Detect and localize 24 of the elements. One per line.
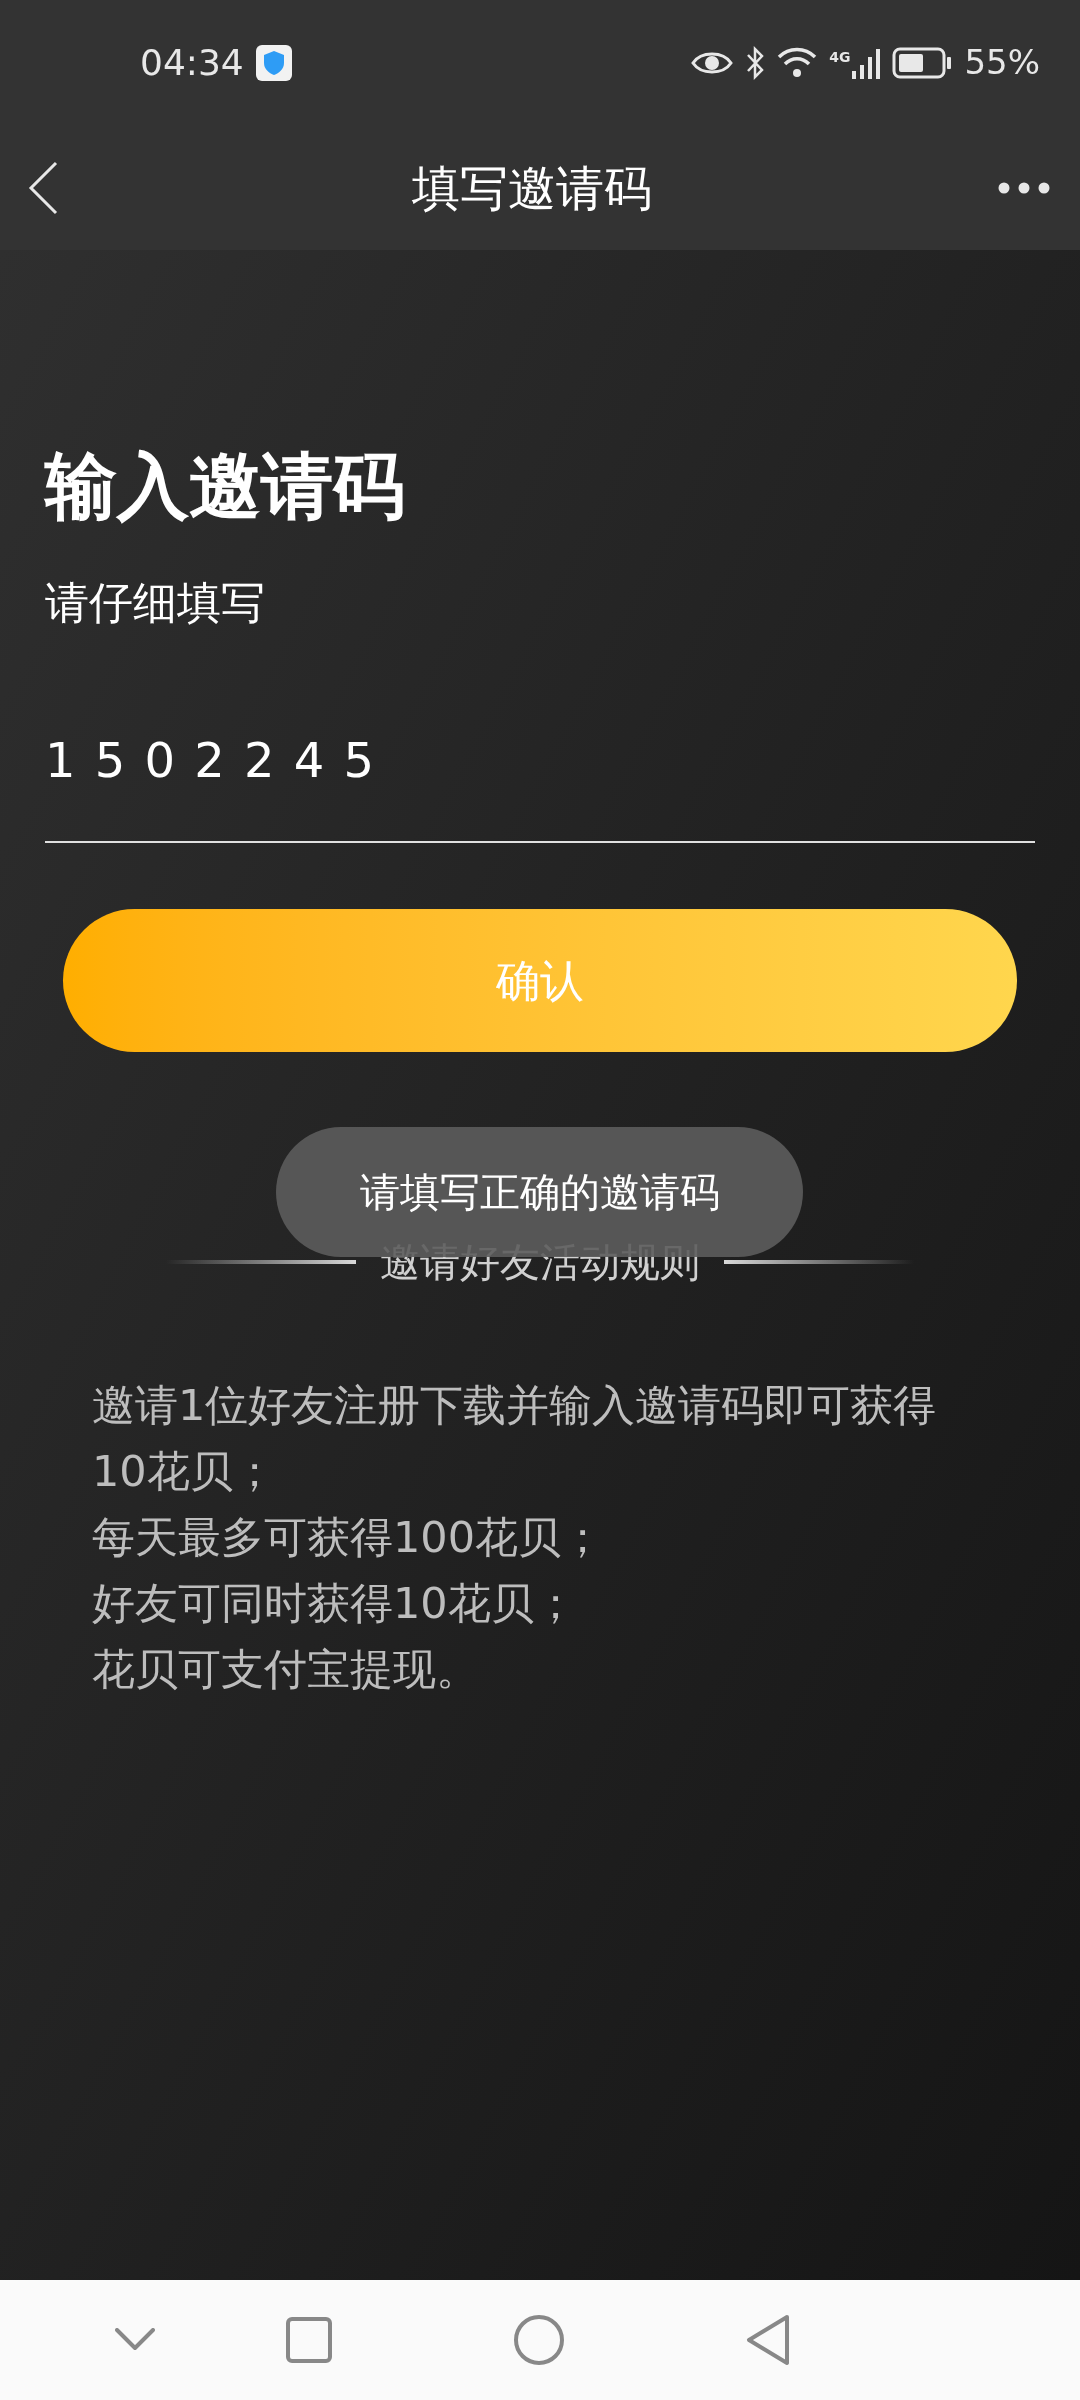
rules-line: 邀请1位好友注册下载并输入邀请码即可获得10花贝； <box>92 1379 938 1498</box>
rules-line: 每天最多可获得100花贝； <box>92 1511 606 1564</box>
rules-line: 花贝可支付宝提现。 <box>92 1643 480 1696</box>
back-icon <box>28 160 58 215</box>
chevron-down-icon <box>115 2328 155 2352</box>
status-time: 04:34 <box>140 40 244 85</box>
bluetooth-icon <box>745 45 766 80</box>
rules-line: 好友可同时获得10花贝； <box>92 1577 578 1630</box>
network-type: 4G <box>829 47 851 67</box>
rules-heading: 邀请好友活动规则 <box>380 1238 700 1287</box>
invite-code-field[interactable]: 1502245 <box>45 724 1035 843</box>
more-icon <box>998 181 1050 194</box>
shield-icon <box>255 44 292 81</box>
page-title: 填写邀请码 <box>412 158 652 218</box>
home-icon <box>513 2314 565 2366</box>
form-subheading: 请仔细填写 <box>45 576 266 630</box>
toast-message: 请填写正确的邀请码 <box>359 1168 720 1217</box>
square-icon <box>286 2317 332 2363</box>
battery-percent: 55% <box>964 41 1040 84</box>
form-heading: 输入邀请码 <box>45 450 406 522</box>
battery-icon <box>892 46 953 79</box>
triangle-back-icon <box>745 2314 791 2366</box>
wifi-icon <box>777 46 818 79</box>
signal-icon <box>852 46 881 79</box>
